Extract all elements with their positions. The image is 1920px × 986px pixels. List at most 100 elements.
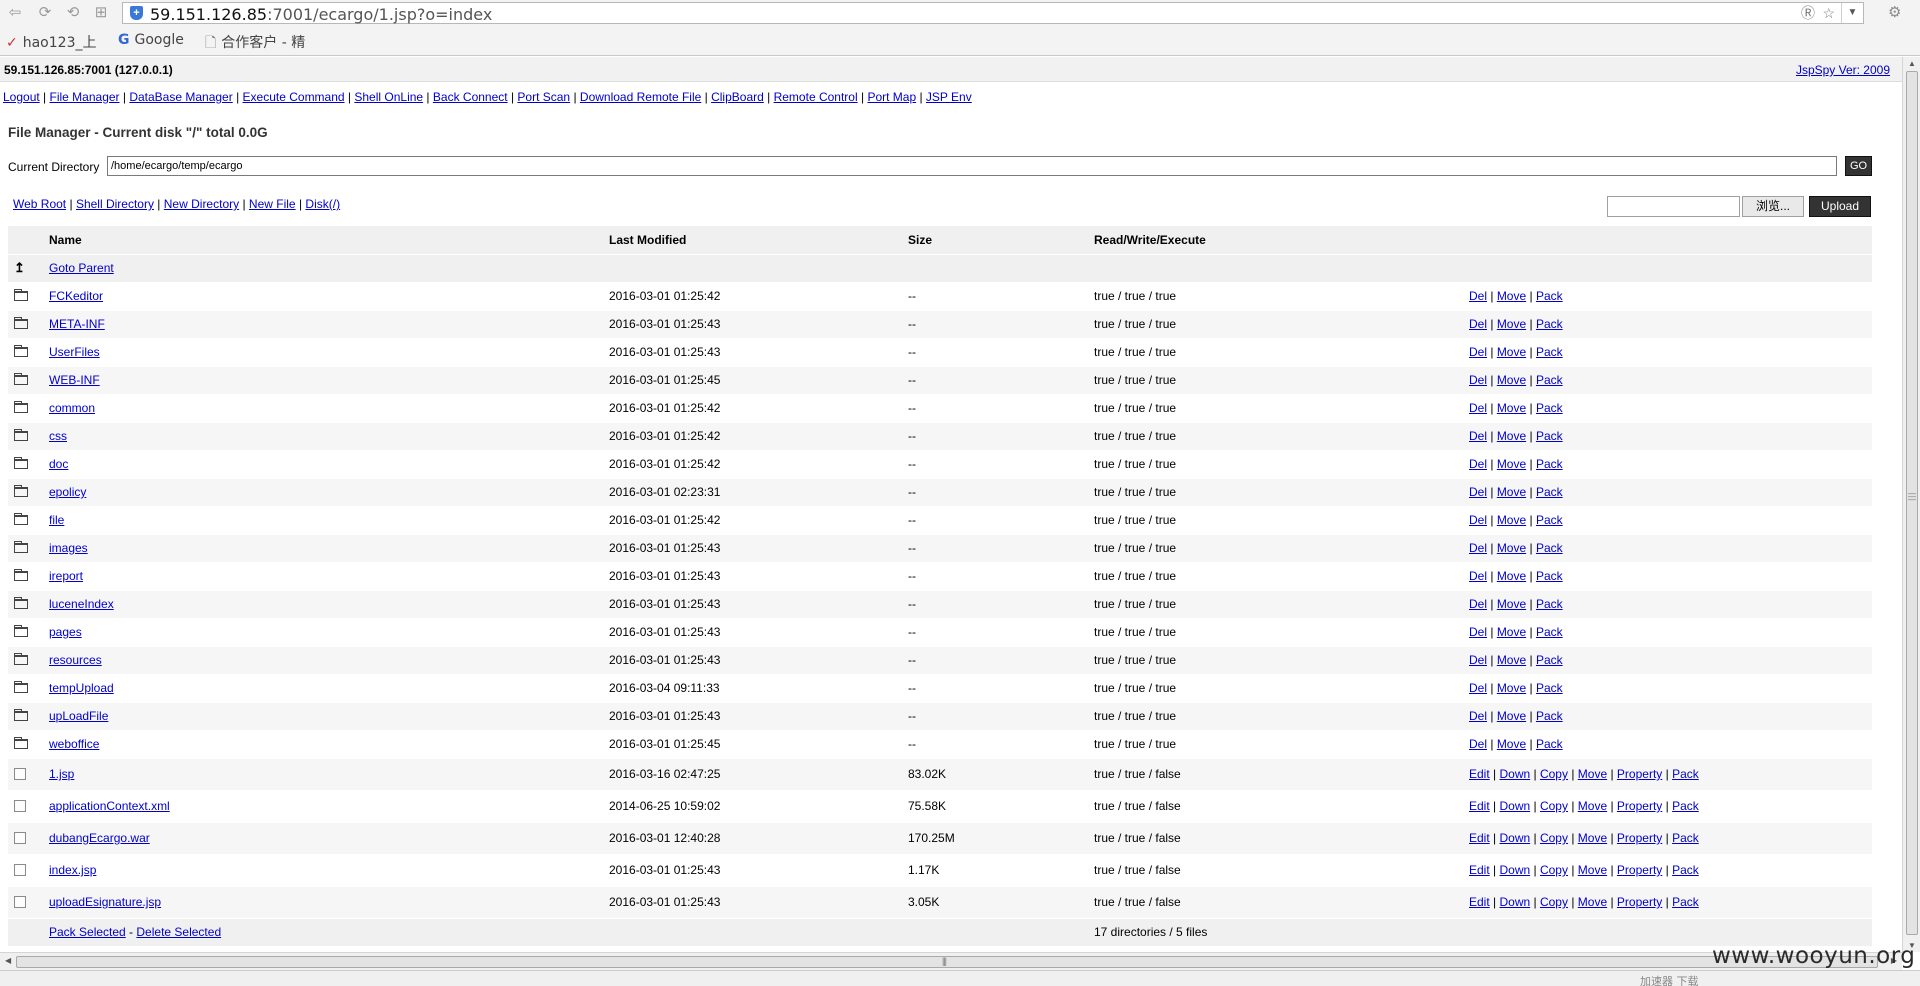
goto-parent-link[interactable]: Goto Parent xyxy=(49,261,114,275)
pack-action-link[interactable]: Pack xyxy=(1536,653,1563,667)
pack-action-link[interactable]: Pack xyxy=(1536,597,1563,611)
pack-action-link[interactable]: Pack xyxy=(1536,709,1563,723)
select-checkbox[interactable] xyxy=(14,767,26,780)
edit-action-link[interactable]: Edit xyxy=(1469,767,1490,781)
del-action-link[interactable]: Del xyxy=(1469,541,1487,555)
pack-action-link[interactable]: Pack xyxy=(1536,485,1563,499)
del-action-link[interactable]: Del xyxy=(1469,513,1487,527)
pack-action-link[interactable]: Pack xyxy=(1536,457,1563,471)
directory-link[interactable]: common xyxy=(49,401,95,415)
move-action-link[interactable]: Move xyxy=(1497,485,1526,499)
directory-link[interactable]: epolicy xyxy=(49,485,86,499)
chevron-down-icon[interactable]: ▼ xyxy=(1841,3,1863,23)
del-action-link[interactable]: Del xyxy=(1469,457,1487,471)
move-action-link[interactable]: Move xyxy=(1497,317,1526,331)
move-action-link[interactable]: Move xyxy=(1578,799,1607,813)
move-action-link[interactable]: Move xyxy=(1497,345,1526,359)
move-action-link[interactable]: Move xyxy=(1578,767,1607,781)
menu-back-connect[interactable]: Back Connect xyxy=(433,90,508,104)
del-action-link[interactable]: Del xyxy=(1469,709,1487,723)
pack-action-link[interactable]: Pack xyxy=(1536,401,1563,415)
property-action-link[interactable]: Property xyxy=(1617,831,1662,845)
pack-action-link[interactable]: Pack xyxy=(1536,541,1563,555)
directory-link[interactable]: resources xyxy=(49,653,102,667)
edit-action-link[interactable]: Edit xyxy=(1469,895,1490,909)
browse-button[interactable]: 浏览... xyxy=(1742,196,1804,217)
menu-port-scan[interactable]: Port Scan xyxy=(517,90,570,104)
bookmark-hao123[interactable]: ✓ hao123_上 xyxy=(6,32,96,52)
grid-icon[interactable]: ⊞ xyxy=(90,3,112,23)
del-action-link[interactable]: Del xyxy=(1469,317,1487,331)
directory-link[interactable]: META-INF xyxy=(49,317,105,331)
del-action-link[interactable]: Del xyxy=(1469,345,1487,359)
wrench-icon[interactable]: ⚙ xyxy=(1888,3,1901,21)
move-action-link[interactable]: Move xyxy=(1497,373,1526,387)
del-action-link[interactable]: Del xyxy=(1469,401,1487,415)
select-checkbox[interactable] xyxy=(14,863,26,876)
directory-link[interactable]: luceneIndex xyxy=(49,597,114,611)
del-action-link[interactable]: Del xyxy=(1469,737,1487,751)
move-action-link[interactable]: Move xyxy=(1497,681,1526,695)
move-action-link[interactable]: Move xyxy=(1578,895,1607,909)
directory-link[interactable]: FCKeditor xyxy=(49,289,103,303)
move-action-link[interactable]: Move xyxy=(1497,625,1526,639)
move-action-link[interactable]: Move xyxy=(1497,653,1526,667)
restore-icon[interactable]: ⟲ xyxy=(62,3,84,23)
file-link[interactable]: index.jsp xyxy=(49,863,96,877)
property-action-link[interactable]: Property xyxy=(1617,767,1662,781)
move-action-link[interactable]: Move xyxy=(1578,831,1607,845)
upload-file-field[interactable] xyxy=(1607,196,1740,217)
down-action-link[interactable]: Down xyxy=(1499,863,1530,877)
bookmark-partner[interactable]: 🗋 合作客户 - 精 xyxy=(205,32,305,56)
menu-execute-command[interactable]: Execute Command xyxy=(243,90,345,104)
select-checkbox[interactable] xyxy=(14,799,26,812)
down-action-link[interactable]: Down xyxy=(1499,799,1530,813)
disk-link[interactable]: Disk(/) xyxy=(305,197,340,211)
move-action-link[interactable]: Move xyxy=(1497,513,1526,527)
pack-action-link[interactable]: Pack xyxy=(1536,429,1563,443)
delete-selected-link[interactable]: Delete Selected xyxy=(136,925,221,939)
edit-action-link[interactable]: Edit xyxy=(1469,863,1490,877)
pack-action-link[interactable]: Pack xyxy=(1536,625,1563,639)
upload-button[interactable]: Upload xyxy=(1809,196,1871,217)
reload-icon[interactable]: ⟳ xyxy=(34,3,56,23)
copy-action-link[interactable]: Copy xyxy=(1540,831,1568,845)
del-action-link[interactable]: Del xyxy=(1469,681,1487,695)
move-action-link[interactable]: Move xyxy=(1497,401,1526,415)
scroll-up-icon[interactable]: ▲ xyxy=(1908,59,1916,68)
property-action-link[interactable]: Property xyxy=(1617,895,1662,909)
file-link[interactable]: applicationContext.xml xyxy=(49,799,170,813)
pack-action-link[interactable]: Pack xyxy=(1536,513,1563,527)
directory-link[interactable]: file xyxy=(49,513,64,527)
url-text[interactable]: 59.151.126.85:7001/ecargo/1.jsp?o=index xyxy=(150,5,492,24)
directory-link[interactable]: css xyxy=(49,429,67,443)
version-link[interactable]: JspSpy Ver: 2009 xyxy=(1796,63,1890,77)
move-action-link[interactable]: Move xyxy=(1497,737,1526,751)
menu-jsp-env[interactable]: JSP Env xyxy=(926,90,972,104)
property-action-link[interactable]: Property xyxy=(1617,863,1662,877)
down-action-link[interactable]: Down xyxy=(1499,831,1530,845)
menu-logout[interactable]: Logout xyxy=(3,90,40,104)
move-action-link[interactable]: Move xyxy=(1497,569,1526,583)
menu-download-remote-file[interactable]: Download Remote File xyxy=(580,90,701,104)
edit-action-link[interactable]: Edit xyxy=(1469,831,1490,845)
move-action-link[interactable]: Move xyxy=(1497,289,1526,303)
menu-file-manager[interactable]: File Manager xyxy=(50,90,120,104)
pack-action-link[interactable]: Pack xyxy=(1536,317,1563,331)
del-action-link[interactable]: Del xyxy=(1469,429,1487,443)
pack-action-link[interactable]: Pack xyxy=(1536,737,1563,751)
directory-link[interactable]: images xyxy=(49,541,88,555)
menu-remote-control[interactable]: Remote Control xyxy=(774,90,858,104)
current-directory-input[interactable] xyxy=(107,156,1837,176)
compat-icon[interactable]: Ⓡ xyxy=(1801,5,1815,21)
new-directory-link[interactable]: New Directory xyxy=(164,197,239,211)
del-action-link[interactable]: Del xyxy=(1469,653,1487,667)
new-file-link[interactable]: New File xyxy=(249,197,296,211)
pack-action-link[interactable]: Pack xyxy=(1672,831,1699,845)
move-action-link[interactable]: Move xyxy=(1497,597,1526,611)
move-action-link[interactable]: Move xyxy=(1497,457,1526,471)
del-action-link[interactable]: Del xyxy=(1469,597,1487,611)
select-checkbox[interactable] xyxy=(14,831,26,844)
menu-database-manager[interactable]: DataBase Manager xyxy=(129,90,232,104)
copy-action-link[interactable]: Copy xyxy=(1540,863,1568,877)
